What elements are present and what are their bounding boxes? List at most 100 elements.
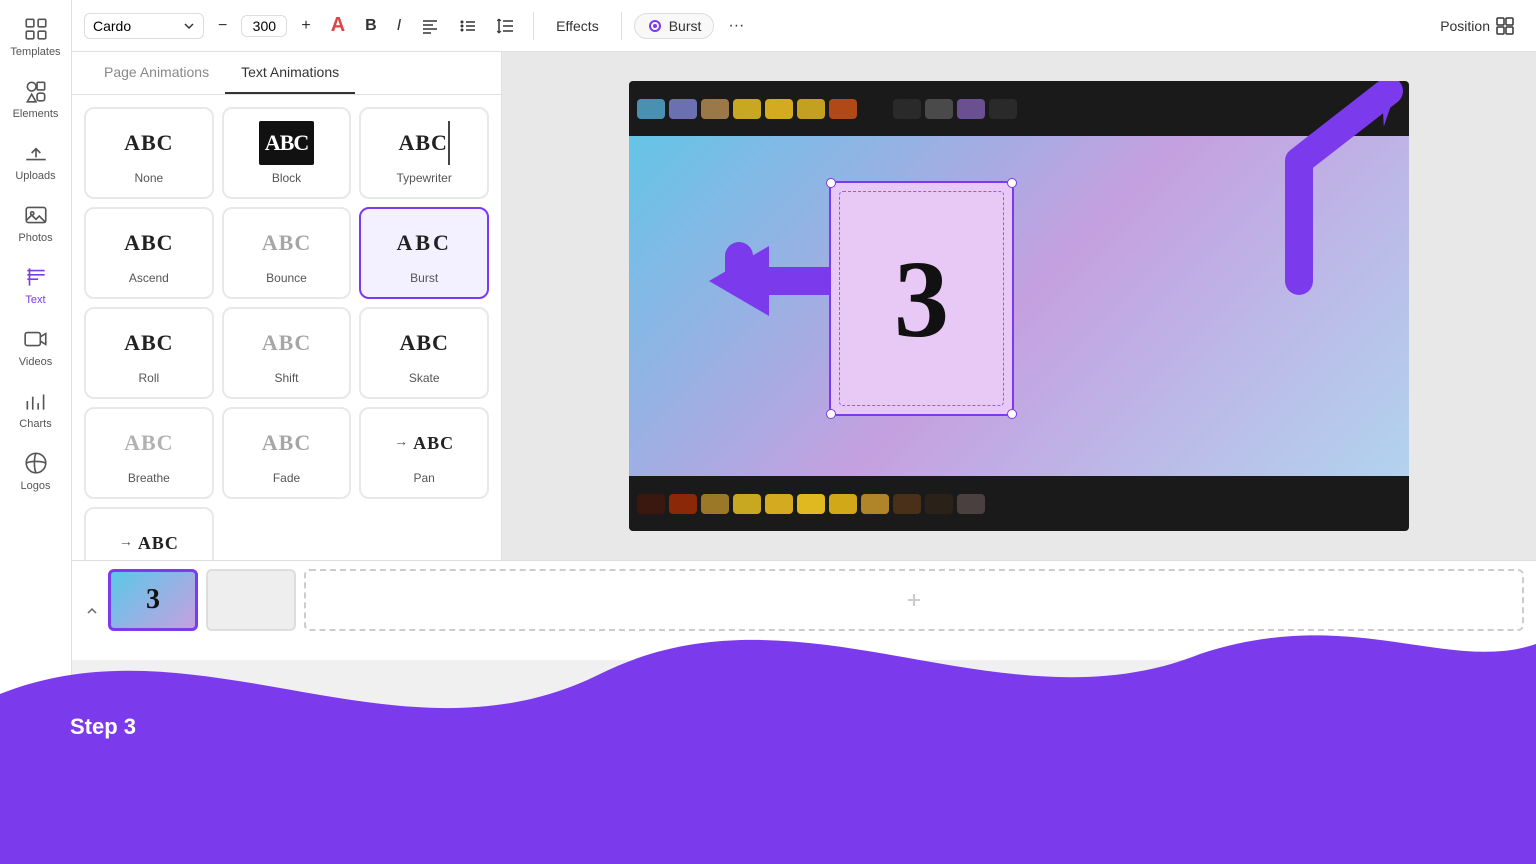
handle-br[interactable] <box>1007 409 1017 419</box>
sidebar-item-logos[interactable]: Logos <box>2 442 70 500</box>
animation-skate-preview: ABC <box>399 321 448 365</box>
list-button[interactable] <box>453 13 483 39</box>
font-size-control: 300 <box>241 15 287 37</box>
sidebar-label-templates: Templates <box>10 46 60 58</box>
sidebar-item-photos[interactable]: Photos <box>2 194 70 252</box>
animation-pan[interactable]: →ABC Pan <box>359 407 489 499</box>
panel-tabs: Page Animations Text Animations <box>72 52 501 95</box>
animation-skate[interactable]: ABC Skate <box>359 307 489 399</box>
animation-ascend[interactable]: ABC Ascend <box>84 207 214 299</box>
animation-ascend-preview: ABC <box>124 221 173 265</box>
tab-page-animations[interactable]: Page Animations <box>88 52 225 94</box>
position-button[interactable]: Position <box>1430 13 1524 39</box>
animation-typewriter-preview: ABC <box>398 121 449 165</box>
sidebar-label-uploads: Uploads <box>15 170 55 182</box>
animation-roll[interactable]: ABC Roll <box>84 307 214 399</box>
burst-icon <box>647 18 663 34</box>
position-icon <box>1496 17 1514 35</box>
timeline-add-slide[interactable] <box>304 569 1524 631</box>
timeline-slide-2[interactable] <box>206 569 296 631</box>
effects-label: Effects <box>556 18 599 34</box>
sidebar-label-text: Text <box>25 294 45 306</box>
timeline: 3 <box>72 560 1536 660</box>
align-button[interactable] <box>415 13 445 39</box>
sidebar: Templates Elements Uploads Photos Text V… <box>0 0 72 864</box>
toolbar: Cardo − 300 + A B I Effects Burst ··· Po… <box>72 0 1536 52</box>
timeline-slide-1[interactable]: 3 <box>108 569 198 631</box>
more-button[interactable]: ··· <box>722 13 750 39</box>
film-strip-bottom <box>629 476 1409 531</box>
list-icon <box>459 17 477 35</box>
tab-text-animations[interactable]: Text Animations <box>225 52 355 94</box>
animation-roll-preview: ABC <box>124 321 173 365</box>
divider1 <box>533 12 534 40</box>
animation-burst[interactable]: ABC Burst <box>359 207 489 299</box>
sidebar-item-videos[interactable]: Videos <box>2 318 70 376</box>
animation-burst-preview: ABC <box>396 221 451 265</box>
italic-button[interactable]: I <box>391 13 407 39</box>
bold-button[interactable]: B <box>359 13 383 39</box>
sidebar-item-elements[interactable]: Elements <box>2 70 70 128</box>
step-text-line2: your choice. <box>420 762 954 810</box>
selected-text-box[interactable]: 3 <box>829 181 1014 416</box>
line-height-button[interactable] <box>491 13 521 39</box>
animation-pan-label: Pan <box>413 471 434 485</box>
right-top-arrow <box>1209 81 1409 301</box>
burst-label: Burst <box>669 18 702 34</box>
sidebar-item-text[interactable]: Text <box>2 256 70 314</box>
line-height-icon <box>497 17 515 35</box>
canvas-area: 3 <box>502 52 1536 560</box>
sidebar-label-videos: Videos <box>19 356 52 368</box>
animation-breathe-label: Breathe <box>128 471 170 485</box>
timeline-slide-1-number: 3 <box>146 584 160 616</box>
burst-button[interactable]: Burst <box>634 13 715 39</box>
animation-fade[interactable]: ABC Fade <box>222 407 352 499</box>
animation-shift[interactable]: ABC Shift <box>222 307 352 399</box>
handle-bl[interactable] <box>826 409 836 419</box>
animation-stomp-preview: →ABC <box>119 521 179 565</box>
animation-bounce-preview: ABC <box>262 221 311 265</box>
sidebar-label-charts: Charts <box>19 418 51 430</box>
chevron-up-icon <box>207 842 223 858</box>
sidebar-item-charts[interactable]: Charts <box>2 380 70 438</box>
sidebar-label-logos: Logos <box>21 480 51 492</box>
animation-typewriter[interactable]: ABC Typewriter <box>359 107 489 199</box>
align-icon <box>421 17 439 35</box>
sidebar-label-photos: Photos <box>18 232 52 244</box>
animation-breathe[interactable]: ABC Breathe <box>84 407 214 499</box>
animation-fade-label: Fade <box>273 471 300 485</box>
divider2 <box>621 12 622 40</box>
animation-burst-label: Burst <box>410 271 438 285</box>
animation-shift-label: Shift <box>274 371 298 385</box>
animation-none-label: None <box>134 171 163 185</box>
sidebar-label-elements: Elements <box>13 108 59 120</box>
step-text: Animate the text according to your choic… <box>420 714 954 809</box>
sidebar-item-templates[interactable]: Templates <box>2 8 70 66</box>
step-circle-label: Step 3 <box>70 714 136 740</box>
position-label: Position <box>1440 18 1490 34</box>
effects-button[interactable]: Effects <box>546 14 609 38</box>
animation-bounce-label: Bounce <box>266 271 307 285</box>
font-size-plus[interactable]: + <box>295 13 316 39</box>
animation-none-preview: ABC <box>124 121 173 165</box>
canvas[interactable]: 3 <box>629 81 1409 531</box>
font-selector[interactable]: Cardo <box>84 13 204 39</box>
text-color-button[interactable]: A <box>325 10 351 41</box>
chevron-down-icon <box>183 20 195 32</box>
font-size-minus[interactable]: − <box>212 13 233 39</box>
animation-shift-preview: ABC <box>262 321 311 365</box>
canvas-number: 3 <box>894 244 949 354</box>
collapse-panel-button[interactable] <box>0 834 430 864</box>
sidebar-item-uploads[interactable]: Uploads <box>2 132 70 190</box>
animation-breathe-preview: ABC <box>124 421 173 465</box>
font-size-value: 300 <box>248 18 280 34</box>
handle-tr[interactable] <box>1007 178 1017 188</box>
animation-bounce[interactable]: ABC Bounce <box>222 207 352 299</box>
animation-none[interactable]: ABC None <box>84 107 214 199</box>
step-text-line1: Animate the text according to <box>420 714 954 762</box>
animation-block[interactable]: ABC Block <box>222 107 352 199</box>
handle-tl[interactable] <box>826 178 836 188</box>
animation-block-preview: ABC <box>259 121 314 165</box>
animations-grid: ABC None ABC Block ABC Typewriter ABC As… <box>72 95 501 611</box>
timeline-collapse[interactable] <box>84 569 100 652</box>
